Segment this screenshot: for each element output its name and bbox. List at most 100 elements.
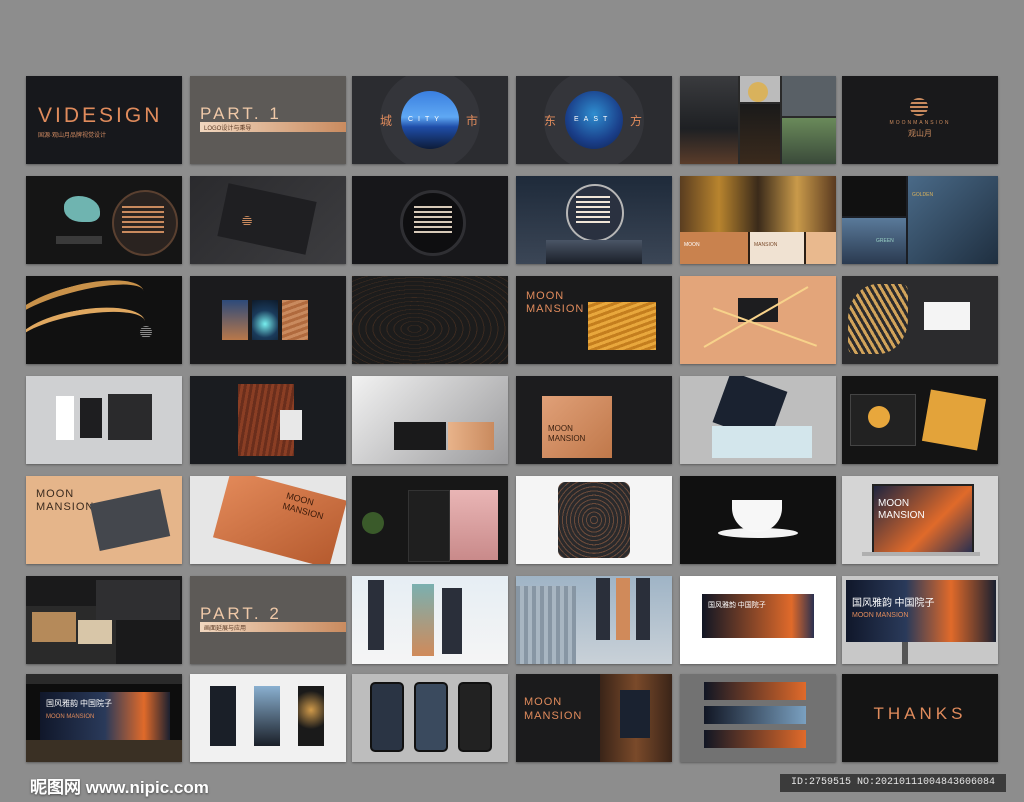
- slide-box-set[interactable]: [680, 376, 836, 464]
- pillow: [558, 482, 630, 558]
- swirl-logo-icon: [140, 326, 152, 338]
- slide-business-cards[interactable]: [352, 376, 508, 464]
- thumbnail-grid: VIDESIGN 国源·观山月品牌视觉设计 PART. 1 LOGO设计与秉导 …: [0, 0, 1024, 770]
- pkg-mansion: MANSION: [526, 303, 585, 315]
- slide-stationery[interactable]: [26, 376, 182, 464]
- card-1: [222, 300, 248, 340]
- slide-phones[interactable]: [352, 674, 508, 762]
- east-left-char: 东: [544, 114, 557, 128]
- slide-architecture-collage[interactable]: [680, 76, 836, 164]
- laptop-mansion: MANSION: [878, 510, 925, 521]
- copper-folder: [212, 476, 346, 564]
- phone-3: [458, 682, 492, 752]
- slide-building-flags[interactable]: [516, 576, 672, 664]
- floor: [26, 740, 182, 762]
- collage-photo-3: [782, 76, 836, 116]
- slide-moon-gate[interactable]: [516, 176, 672, 264]
- slide-gold-box[interactable]: [842, 376, 998, 464]
- bag-mansion: MANSION: [548, 434, 586, 443]
- slide-billboard[interactable]: 国风雅韵 中国院子 MOON MANSION: [842, 576, 998, 664]
- slide-laptop[interactable]: MOON MANSION: [842, 476, 998, 564]
- swatch-copper: [680, 232, 748, 264]
- slide-logo-card[interactable]: [190, 176, 346, 264]
- logo-en: MOONMANSION: [889, 120, 951, 126]
- slide-box-open[interactable]: [26, 576, 182, 664]
- white-tag: [280, 410, 302, 440]
- slide-gold-branches[interactable]: [680, 276, 836, 364]
- collage-garden-photo: [782, 118, 836, 164]
- golden-photo: [908, 176, 998, 264]
- copper-card: [448, 422, 494, 450]
- slide-contour-pattern[interactable]: [352, 276, 508, 364]
- slide-elevator[interactable]: MOON MANSION: [516, 674, 672, 762]
- slide-banner-white[interactable]: 国风雅韵 中国院子: [680, 576, 836, 664]
- videsign-title: VIDESIGN: [38, 104, 163, 127]
- billboard-sub: MOON MANSION: [852, 612, 909, 619]
- slide-envelope-moon[interactable]: MOON MANSION: [26, 476, 182, 564]
- slide-city[interactable]: 城 CITY 市: [352, 76, 508, 164]
- black-card: [394, 422, 446, 450]
- slide-logo-dark[interactable]: MOONMANSION 观山月: [842, 76, 998, 164]
- slide-golden-swirl[interactable]: [26, 276, 182, 364]
- slide-golden-green[interactable]: GOLDEN GREEN: [842, 176, 998, 264]
- moodboard-photos: [680, 176, 836, 232]
- slide-horse-sculpture[interactable]: [26, 176, 182, 264]
- slide-banners-stack[interactable]: [680, 674, 836, 762]
- bflag-2: [616, 578, 630, 640]
- window-lines: [414, 206, 452, 236]
- water-reflection: [546, 240, 642, 264]
- slide-part2[interactable]: PART. 2 画面延展与应用: [190, 576, 346, 664]
- copper-lines: [122, 206, 164, 236]
- collage-moon: [748, 82, 768, 102]
- moodboard-moon: MOON: [684, 242, 700, 248]
- slide-videsign[interactable]: VIDESIGN 国源·观山月品牌视觉设计: [26, 76, 182, 164]
- slide-gift-box[interactable]: [352, 476, 508, 564]
- flag-2: [412, 584, 434, 656]
- slide-gold-leaf[interactable]: [842, 276, 998, 364]
- city-right-char: 市: [466, 114, 479, 128]
- billboard-post: [902, 642, 908, 664]
- banner-headline: 国风雅韵 中国院子: [708, 601, 766, 609]
- part1-subtitle: LOGO设计与秉导: [204, 126, 252, 132]
- slide-lobby-screen[interactable]: 国风雅韵 中国院子 MOON MANSION: [26, 674, 182, 762]
- logo-cn: 观山月: [908, 129, 932, 138]
- slide-thanks[interactable]: THANKS: [842, 674, 998, 762]
- slide-moon-mansion-envelope[interactable]: MOON MANSION: [516, 276, 672, 364]
- slide-copper-folder[interactable]: MOON MANSION: [190, 476, 346, 564]
- card-2: [252, 300, 278, 340]
- slide-moodboard[interactable]: MOON MANSION: [680, 176, 836, 264]
- watermark-text: 昵图网 www.nipic.com: [30, 778, 209, 797]
- elevator-moon: MOON: [524, 696, 563, 708]
- slide-part1[interactable]: PART. 1 LOGO设计与秉导: [190, 76, 346, 164]
- plant-icon: [362, 512, 384, 534]
- slide-copper-bag[interactable]: MOON MANSION: [516, 376, 672, 464]
- city-left-char: 城: [380, 114, 393, 128]
- slide-posters[interactable]: [190, 674, 346, 762]
- billboard-screen: [846, 580, 996, 642]
- slide-east[interactable]: 东 EAST 方: [516, 76, 672, 164]
- env-mansion: MANSION: [36, 501, 95, 513]
- videsign-subtitle: 国源·观山月品牌视觉设计: [38, 133, 106, 139]
- moodboard-mansion: MANSION: [754, 242, 778, 248]
- flag-3: [442, 588, 462, 654]
- branch-1: [703, 286, 809, 348]
- gold-box: [921, 389, 987, 451]
- slide-circle-window[interactable]: [352, 176, 508, 264]
- slide-flags[interactable]: [352, 576, 508, 664]
- slide-pillow[interactable]: [516, 476, 672, 564]
- flag-1: [368, 580, 384, 650]
- logo-card: [217, 183, 317, 255]
- slide-three-cards[interactable]: [190, 276, 346, 364]
- mountain-lines: [842, 176, 906, 216]
- green-photo: [842, 218, 906, 264]
- slide-wood-card[interactable]: [190, 376, 346, 464]
- poster-3: [298, 686, 324, 746]
- slide-coffee-cup[interactable]: [680, 476, 836, 564]
- thanks-title: THANKS: [873, 704, 967, 723]
- ceiling: [26, 674, 182, 684]
- billboard-headline: 国风雅韵 中国院子: [852, 598, 935, 609]
- box-insert-2: [78, 620, 112, 644]
- sculpture-base: [56, 236, 102, 244]
- coffee-cup: [732, 500, 782, 532]
- pkg-moon: MOON: [526, 290, 565, 302]
